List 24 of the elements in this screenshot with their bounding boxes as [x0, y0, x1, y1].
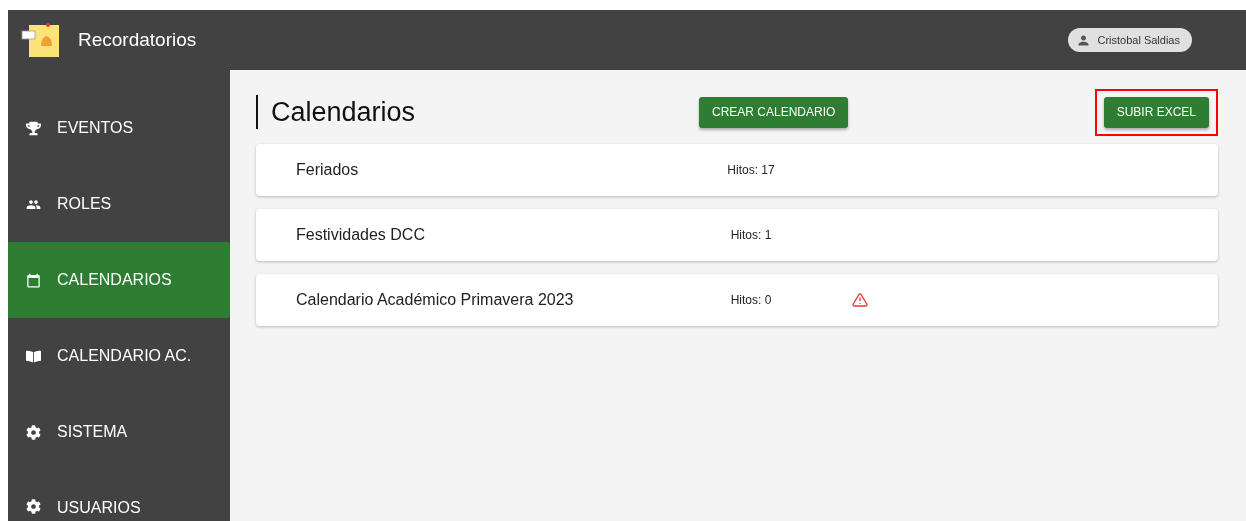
- app-title: Recordatorios: [78, 29, 198, 51]
- action-button[interactable]: CREAR CALENDARIO: [699, 96, 849, 128]
- milestone-count: Hitos: 17: [726, 163, 776, 177]
- settings-icon: [26, 499, 41, 514]
- calendar-name: Festividades DCC: [296, 226, 426, 244]
- settings-icon: [26, 424, 41, 440]
- sidebar-item[interactable]: USUARIOS: [8, 470, 230, 521]
- calendar-card[interactable]: Calendario Académico Primavera 2023 Hitos: 0: [256, 274, 1218, 326]
- sidebar-item[interactable]: ROLES: [8, 166, 230, 242]
- calendar-card[interactable]: Festividades DCC Hitos: 1: [256, 209, 1218, 261]
- sidebar-item[interactable]: EVENTOS: [8, 90, 230, 166]
- trophy-icon: [26, 120, 41, 136]
- sidebar-item[interactable]: SISTEMA: [8, 394, 230, 470]
- calendar-name: Calendario Académico Primavera 2023: [296, 291, 575, 309]
- calendar-name: Feriados: [296, 161, 360, 179]
- book-icon: [26, 348, 41, 364]
- user-chip[interactable]: Cristobal Saldias: [1068, 28, 1192, 52]
- milestone-count: Hitos: 1: [729, 228, 773, 242]
- calendar-card[interactable]: Feriados Hitos: 17: [256, 144, 1218, 196]
- calendar-icon: [26, 272, 41, 288]
- sidebar-item[interactable]: CALENDARIOS: [8, 242, 230, 318]
- milestone-count: Hitos: 0: [729, 293, 773, 307]
- action-button[interactable]: SUBIR EXCEL: [1103, 96, 1209, 128]
- sidebar-item[interactable]: CALENDARIO AC.: [8, 318, 230, 394]
